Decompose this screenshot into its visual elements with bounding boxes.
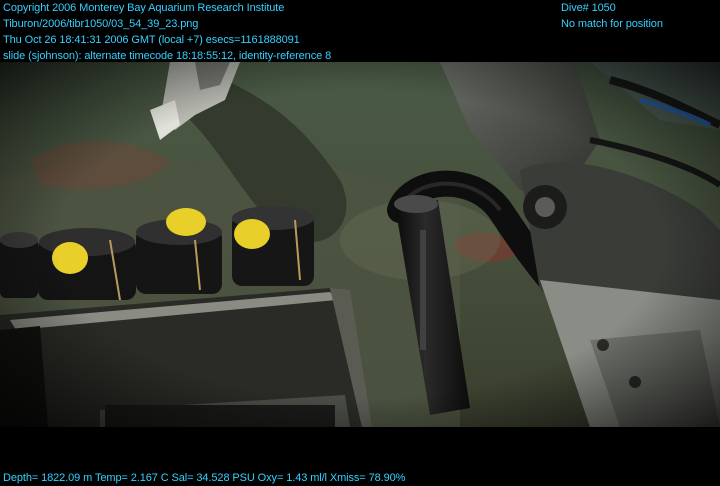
copyright-line: Copyright 2006 Monterey Bay Aquarium Res… — [3, 2, 285, 14]
timestamp-line: Thu Oct 26 18:41:31 2006 GMT (local +7) … — [3, 34, 300, 46]
file-path-line: Tiburon/2006/tibr1050/03_54_39_23.png — [3, 18, 199, 30]
timecode-line: slide (sjohnson): alternate timecode 18:… — [3, 50, 332, 62]
dive-info-overlay: Dive# 1050 No match for position — [561, 0, 663, 32]
vignette — [0, 62, 720, 427]
scene — [0, 62, 720, 427]
underwater-photo — [0, 0, 720, 486]
metadata-overlay: Copyright 2006 Monterey Bay Aquarium Res… — [3, 0, 331, 64]
dive-number: Dive# 1050 — [561, 2, 616, 14]
position-status: No match for position — [561, 18, 663, 30]
sensor-readout: Depth= 1822.09 m Temp= 2.167 C Sal= 34.5… — [3, 472, 406, 484]
